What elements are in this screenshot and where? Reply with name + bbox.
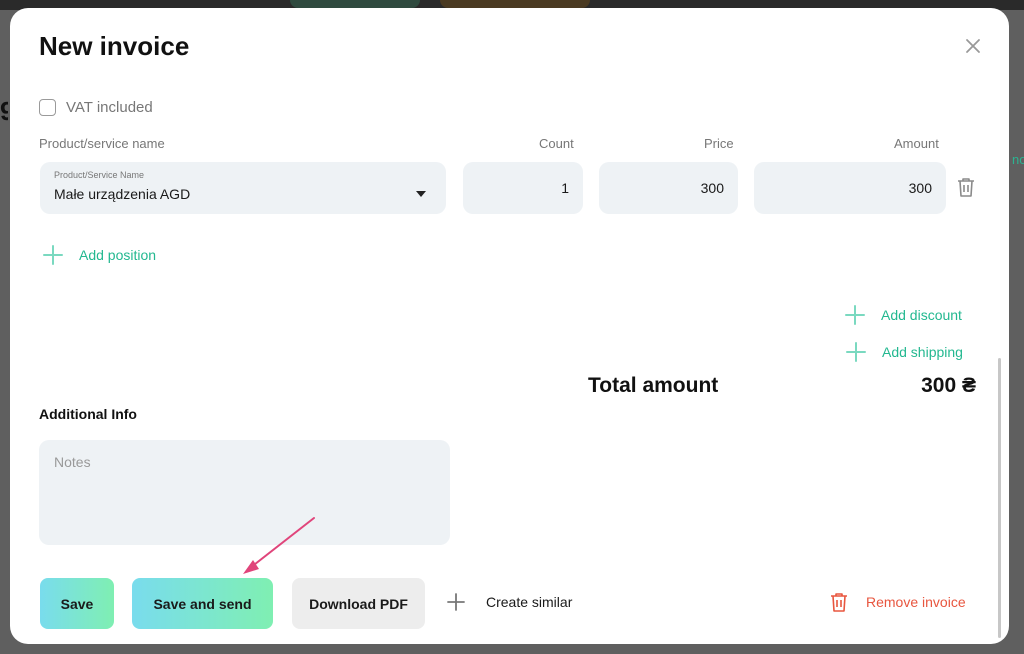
amount-input[interactable]: 300 bbox=[754, 162, 946, 214]
save-and-send-button[interactable]: Save and send bbox=[132, 578, 273, 629]
column-header-amount: Amount bbox=[894, 136, 939, 151]
total-amount-label: Total amount bbox=[588, 374, 719, 397]
add-position-button[interactable]: Add position bbox=[43, 245, 156, 265]
trash-icon[interactable] bbox=[957, 177, 975, 197]
scrollbar[interactable] bbox=[998, 358, 1001, 638]
price-value: 300 bbox=[700, 180, 724, 196]
column-header-product: Product/service name bbox=[39, 136, 165, 151]
product-select-value: Małe urządzenia AGD bbox=[54, 186, 191, 202]
count-input[interactable]: 1 bbox=[463, 162, 583, 214]
modal-title: New invoice bbox=[39, 31, 190, 61]
remove-invoice-label: Remove invoice bbox=[866, 594, 966, 610]
plus-icon bbox=[846, 342, 866, 362]
total-amount-value: 300 ₴ bbox=[921, 374, 976, 397]
add-shipping-button[interactable]: Add shipping bbox=[846, 342, 963, 362]
additional-info-heading: Additional Info bbox=[39, 406, 137, 422]
product-select-label: Product/Service Name bbox=[54, 170, 145, 180]
backdrop-decoration bbox=[290, 0, 420, 8]
plus-icon bbox=[43, 245, 63, 265]
backdrop-text: no bbox=[1012, 152, 1024, 167]
count-value: 1 bbox=[561, 180, 569, 196]
plus-icon bbox=[447, 593, 465, 611]
backdrop-text: 9 bbox=[0, 96, 8, 126]
trash-icon bbox=[831, 593, 847, 612]
save-button[interactable]: Save bbox=[40, 578, 114, 629]
create-similar-button[interactable]: Create similar bbox=[446, 592, 572, 612]
column-header-price: Price bbox=[704, 136, 734, 151]
price-input[interactable]: 300 bbox=[599, 162, 738, 214]
column-header-count: Count bbox=[539, 136, 574, 151]
add-discount-button[interactable]: Add discount bbox=[845, 305, 962, 325]
invoice-modal: New invoice VAT included Product/service… bbox=[10, 8, 1009, 644]
chevron-down-icon bbox=[416, 191, 426, 197]
close-icon[interactable] bbox=[961, 34, 985, 58]
download-pdf-button[interactable]: Download PDF bbox=[292, 578, 425, 629]
remove-invoice-button[interactable]: Remove invoice bbox=[830, 592, 966, 612]
vat-label: VAT included bbox=[66, 99, 153, 116]
plus-icon bbox=[845, 305, 865, 325]
vat-checkbox[interactable] bbox=[39, 99, 56, 116]
vat-included-toggle[interactable]: VAT included bbox=[39, 99, 153, 116]
amount-value: 300 bbox=[908, 180, 932, 196]
notes-field[interactable] bbox=[39, 440, 450, 545]
add-shipping-label: Add shipping bbox=[882, 344, 963, 360]
product-select[interactable]: Product/Service Name Małe urządzenia AGD bbox=[40, 162, 446, 214]
create-similar-label: Create similar bbox=[486, 594, 573, 610]
annotation-arrow bbox=[243, 517, 315, 574]
add-discount-label: Add discount bbox=[881, 307, 962, 323]
add-position-label: Add position bbox=[79, 247, 157, 263]
backdrop-decoration bbox=[440, 0, 590, 8]
